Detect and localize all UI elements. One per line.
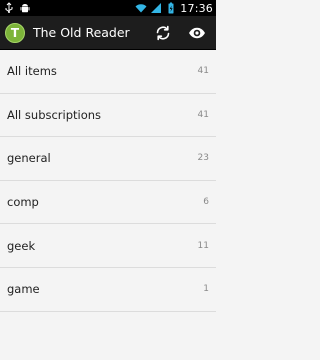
usb-icon	[3, 2, 15, 14]
eye-icon	[188, 24, 206, 42]
list-item-all-subscriptions[interactable]: All subscriptions 41	[0, 94, 216, 138]
battery-icon	[165, 2, 177, 14]
app-title: The Old Reader	[33, 25, 130, 40]
status-right-icons: 17:36	[135, 2, 213, 15]
unread-count: 41	[197, 109, 209, 120]
list-item-general[interactable]: general 23	[0, 137, 216, 181]
list-empty-space	[0, 312, 216, 360]
unread-count: 11	[197, 240, 209, 251]
list-item-label: All items	[7, 64, 57, 79]
list-item-comp[interactable]: comp 6	[0, 181, 216, 225]
refresh-button[interactable]	[153, 23, 173, 43]
eye-button[interactable]	[187, 23, 207, 43]
app-logo[interactable]: T	[5, 22, 25, 43]
unread-count: 41	[197, 66, 209, 77]
list-item-label: general	[7, 151, 51, 166]
list-item-label: All subscriptions	[7, 107, 102, 122]
status-left-icons	[3, 2, 31, 14]
feed-list: All items 41 All subscriptions 41 genera…	[0, 50, 216, 360]
status-bar: 17:36	[0, 0, 216, 16]
refresh-icon	[154, 24, 172, 42]
list-item-geek[interactable]: geek 11	[0, 224, 216, 268]
list-item-label: game	[7, 282, 40, 297]
unread-count: 6	[203, 197, 209, 208]
unread-count: 1	[203, 284, 209, 295]
status-time: 17:36	[180, 1, 213, 15]
list-item-all-items[interactable]: All items 41	[0, 50, 216, 94]
signal-icon	[150, 2, 162, 14]
list-item-game[interactable]: game 1	[0, 268, 216, 312]
action-bar: T The Old Reader	[0, 16, 216, 50]
android-debug-icon	[19, 2, 31, 14]
list-item-label: geek	[7, 238, 36, 253]
unread-count: 23	[197, 153, 209, 164]
wifi-icon	[135, 2, 147, 14]
action-buttons	[153, 23, 211, 43]
list-item-label: comp	[7, 195, 39, 210]
